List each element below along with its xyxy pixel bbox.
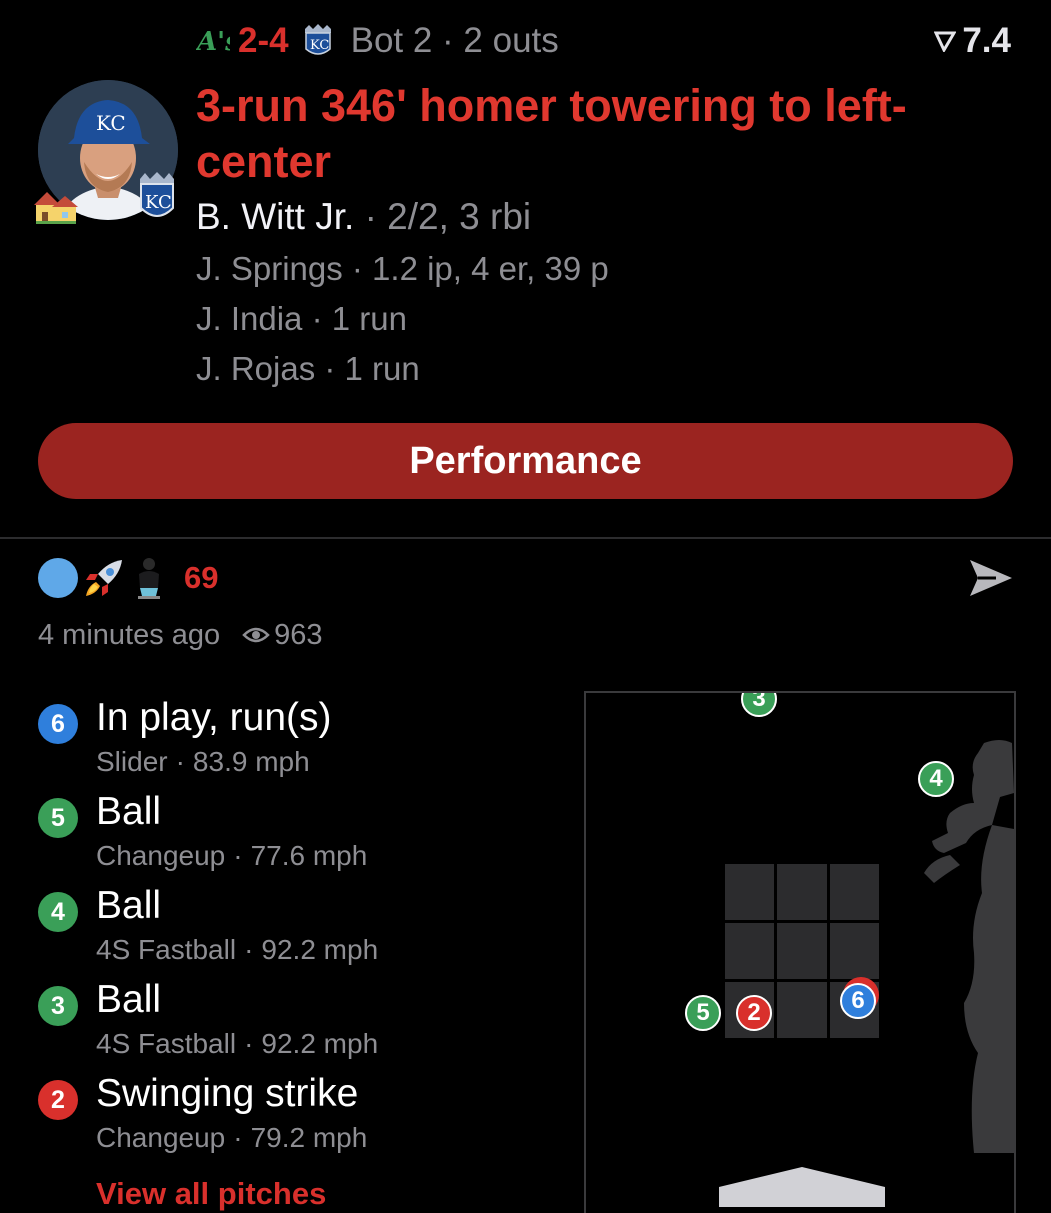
batter-line[interactable]: B. Witt Jr. · 2/2, 3 rbi: [196, 196, 531, 238]
time-ago: 4 minutes ago: [38, 619, 220, 652]
zone-cell: [777, 982, 826, 1038]
zone-cell: [777, 923, 826, 979]
game-status-line[interactable]: A's 2-4 KC Bot 2 · 2 outs: [196, 18, 559, 64]
share-icon[interactable]: [966, 556, 1014, 600]
pitch-detail: 4S Fastball·92.2 mph: [96, 934, 378, 966]
home-run-house-icon: [34, 188, 78, 224]
pitch-detail: Changeup·79.2 mph: [96, 1122, 367, 1154]
pitch-speed: 92.2 mph: [261, 934, 378, 965]
pitch-result: Ball: [96, 978, 161, 1022]
pitch-location-marker[interactable]: 4: [918, 761, 954, 797]
pitch-location-marker[interactable]: 2: [736, 995, 772, 1031]
reaction-count: 69: [184, 560, 218, 596]
svg-text:KC: KC: [310, 38, 329, 53]
pitch-result: Ball: [96, 884, 161, 928]
batter-stats: · 2/2, 3 rbi: [365, 196, 532, 237]
pitch-speed: 77.6 mph: [251, 840, 368, 871]
pitch-result: Swinging strike: [96, 1072, 358, 1116]
pitch-speed: 92.2 mph: [261, 1028, 378, 1059]
strike-zone-panel[interactable]: 3 4 5 2 6: [584, 691, 1016, 1213]
zone-cell: [777, 864, 826, 920]
game-score: 2-4: [238, 21, 289, 61]
blue-circle-reaction-icon[interactable]: [38, 558, 78, 598]
pitch-result: In play, run(s): [96, 696, 332, 740]
pitch-type: Changeup: [96, 840, 225, 871]
pitch-number-badge: 3: [38, 986, 78, 1026]
svg-text:KC: KC: [145, 192, 172, 213]
svg-text:KC: KC: [96, 111, 126, 135]
pitch-number-badge: 2: [38, 1080, 78, 1120]
runner-line[interactable]: J. Rojas · 1 run: [196, 350, 420, 388]
zone-cell: [725, 923, 774, 979]
svg-text:A's: A's: [196, 27, 230, 56]
reaction-bar[interactable]: 69: [38, 555, 218, 601]
view-count: 963: [274, 619, 322, 652]
runner-line[interactable]: J. India · 1 run: [196, 300, 407, 338]
performance-button[interactable]: Performance: [38, 423, 1013, 499]
pitch-type: 4S Fastball: [96, 934, 236, 965]
rocket-reaction-icon[interactable]: [82, 556, 126, 600]
play-headline[interactable]: 3-run 346' homer towering to left-center: [196, 78, 1016, 190]
pitch-location-marker[interactable]: 3: [741, 691, 777, 717]
zone-cell: [830, 923, 879, 979]
pitch-detail: Slider·83.9 mph: [96, 746, 310, 778]
pitch-type: Slider: [96, 746, 168, 777]
royals-logo-icon: KC: [303, 23, 333, 59]
inning-status: Bot 2 · 2 outs: [351, 21, 559, 61]
pitch-type: Changeup: [96, 1122, 225, 1153]
pitch-result: Ball: [96, 790, 161, 834]
play-rating: 7.4: [934, 18, 1011, 64]
zone-cell: [830, 864, 879, 920]
zone-cell: [725, 864, 774, 920]
pitch-location-marker[interactable]: 5: [685, 995, 721, 1031]
home-plate-icon: [719, 1167, 885, 1207]
pitch-detail: Changeup·77.6 mph: [96, 840, 367, 872]
batter-name: B. Witt Jr.: [196, 196, 354, 237]
pitch-speed: 83.9 mph: [193, 746, 310, 777]
athletics-logo-icon: A's: [196, 24, 230, 58]
view-all-pitches-link[interactable]: View all pitches: [96, 1176, 326, 1212]
pitch-location-marker[interactable]: 6: [840, 983, 876, 1019]
pitch-number-badge: 5: [38, 798, 78, 838]
person-reaction-icon[interactable]: [134, 556, 164, 600]
eye-icon: [242, 625, 270, 645]
rating-icon: [934, 30, 956, 52]
batter-silhouette-icon: [904, 733, 1014, 1153]
pitch-detail: 4S Fastball·92.2 mph: [96, 1028, 378, 1060]
pitcher-line[interactable]: J. Springs · 1.2 ip, 4 er, 39 p: [196, 250, 609, 288]
pitch-speed: 79.2 mph: [251, 1122, 368, 1153]
rating-value: 7.4: [962, 21, 1011, 61]
section-divider: [0, 537, 1051, 539]
royals-badge-icon: KC: [137, 170, 177, 224]
post-meta: 4 minutes ago 963: [38, 615, 323, 655]
pitch-number-badge: 6: [38, 704, 78, 744]
pitch-number-badge: 4: [38, 892, 78, 932]
pitch-type: 4S Fastball: [96, 1028, 236, 1059]
